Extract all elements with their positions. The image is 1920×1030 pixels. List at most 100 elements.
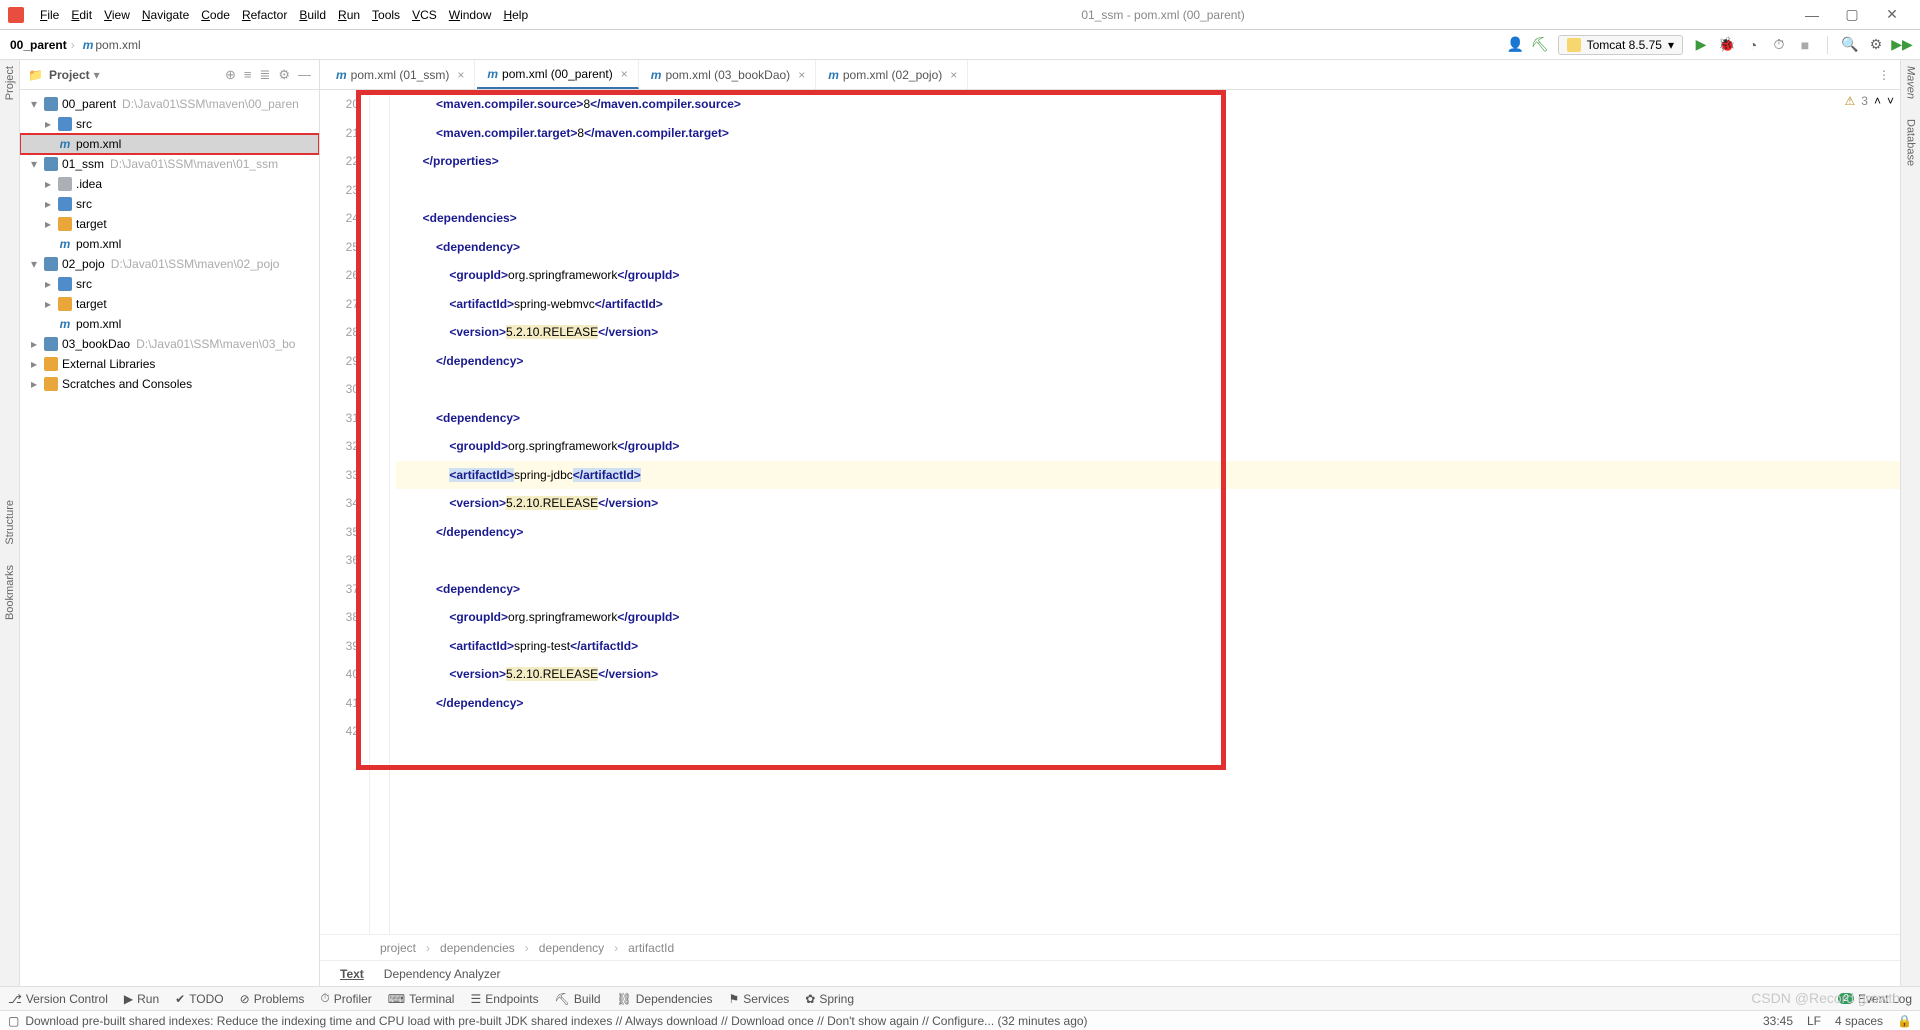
tree-node[interactable]: mpom.xml: [20, 234, 319, 254]
bc-project[interactable]: project: [380, 941, 416, 955]
editor-tab-depanalyzer[interactable]: Dependency Analyzer: [384, 967, 501, 981]
event-log-button[interactable]: 2 Event Log: [1838, 992, 1912, 1006]
settings-gear-icon[interactable]: ⚙: [1868, 37, 1884, 53]
breadcrumb-root[interactable]: 00_parent: [10, 38, 67, 52]
expand-all-icon[interactable]: ≡: [244, 67, 252, 83]
menu-edit[interactable]: Edit: [71, 8, 92, 22]
toolwindow-endpoints[interactable]: ☰Endpoints: [470, 991, 538, 1006]
editor-tab[interactable]: mpom.xml (02_pojo)×: [818, 60, 968, 89]
coverage-button-icon[interactable]: ◔: [1745, 37, 1761, 53]
tree-node[interactable]: ▸External Libraries: [20, 354, 319, 374]
rail-project[interactable]: Project: [4, 66, 16, 100]
bc-dependencies[interactable]: dependencies: [440, 941, 515, 955]
run-button-icon[interactable]: ▶: [1693, 37, 1709, 53]
tree-node[interactable]: ▸src: [20, 274, 319, 294]
tree-node[interactable]: ▾01_ssmD:\Java01\SSM\maven\01_ssm: [20, 154, 319, 174]
close-tab-icon[interactable]: ×: [621, 67, 628, 81]
profile-button-icon[interactable]: ⏱: [1771, 37, 1787, 53]
editor-bottom-tabs: Text Dependency Analyzer: [320, 960, 1900, 986]
status-message[interactable]: Download pre-built shared indexes: Reduc…: [25, 1014, 1087, 1028]
select-opened-file-icon[interactable]: ⊕: [225, 67, 236, 83]
rail-bookmarks[interactable]: Bookmarks: [4, 565, 16, 620]
build-hammer-icon[interactable]: ⛏: [1532, 37, 1548, 53]
toolwindow-profiler[interactable]: ⏱Profiler: [320, 991, 371, 1006]
debug-button-icon[interactable]: 🐞: [1719, 37, 1735, 53]
toolwindow-build[interactable]: ⛏Build: [555, 991, 601, 1006]
search-icon[interactable]: 🔍: [1842, 37, 1858, 53]
toolwindow-version-control[interactable]: ⎇Version Control: [8, 991, 108, 1006]
toolwindow-services[interactable]: ⚑Services: [729, 991, 790, 1006]
menu-code[interactable]: Code: [201, 8, 230, 22]
toolwindow-problems[interactable]: ⊘Problems: [240, 991, 305, 1006]
toolwindow-terminal[interactable]: ⌨Terminal: [388, 991, 455, 1006]
editor-tab[interactable]: mpom.xml (03_bookDao)×: [641, 60, 816, 89]
close-button[interactable]: ✕: [1872, 6, 1912, 23]
tree-node[interactable]: ▸.idea: [20, 174, 319, 194]
minimize-button[interactable]: —: [1792, 7, 1832, 23]
tabs-more-icon[interactable]: ⋮: [1878, 68, 1890, 82]
prev-highlight-icon[interactable]: ˄: [1874, 94, 1881, 108]
menu-window[interactable]: Window: [449, 8, 492, 22]
warning-icon: ⚠: [1845, 94, 1856, 108]
maximize-button[interactable]: ▢: [1832, 6, 1872, 23]
chevron-down-icon: ▾: [1668, 38, 1674, 52]
settings-gear-icon[interactable]: ⚙: [278, 67, 290, 83]
tree-node[interactable]: ▸Scratches and Consoles: [20, 374, 319, 394]
line-ending[interactable]: LF: [1807, 1014, 1821, 1028]
menu-file[interactable]: File: [40, 8, 59, 22]
tree-node[interactable]: ▾00_parentD:\Java01\SSM\maven\00_paren: [20, 94, 319, 114]
add-user-icon[interactable]: 👤: [1508, 37, 1524, 53]
hide-icon[interactable]: —: [298, 67, 311, 83]
close-tab-icon[interactable]: ×: [457, 68, 464, 82]
chevron-down-icon[interactable]: ▾: [94, 68, 100, 82]
tree-node[interactable]: mpom.xml: [20, 134, 319, 154]
rail-database[interactable]: Database: [1905, 119, 1917, 166]
bc-artifactid[interactable]: artifactId: [628, 941, 674, 955]
caret-position[interactable]: 33:45: [1763, 1014, 1793, 1028]
menu-tools[interactable]: Tools: [372, 8, 400, 22]
rail-maven[interactable]: Maven: [1905, 66, 1917, 99]
readonly-lock-icon[interactable]: 🔒: [1897, 1014, 1912, 1028]
bc-dependency[interactable]: dependency: [539, 941, 604, 955]
fold-gutter[interactable]: [370, 90, 390, 934]
menu-help[interactable]: Help: [503, 8, 528, 22]
inspection-widget[interactable]: ⚠ 3 ˄ ˅: [1845, 94, 1894, 108]
tree-node[interactable]: ▸target: [20, 294, 319, 314]
menu-vcs[interactable]: VCS: [412, 8, 437, 22]
close-tab-icon[interactable]: ×: [798, 68, 805, 82]
toolwindow-dependencies[interactable]: ⛓Dependencies: [617, 991, 713, 1006]
menu-refactor[interactable]: Refactor: [242, 8, 287, 22]
tree-node[interactable]: ▸03_bookDaoD:\Java01\SSM\maven\03_bo: [20, 334, 319, 354]
tree-node[interactable]: ▾02_pojoD:\Java01\SSM\maven\02_pojo: [20, 254, 319, 274]
editor-tab[interactable]: mpom.xml (00_parent)×: [477, 60, 638, 89]
editor-tab-text[interactable]: Text: [340, 967, 364, 981]
toolwindow-run[interactable]: ▶Run: [124, 991, 159, 1006]
run-anything-icon[interactable]: ▶▶: [1894, 37, 1910, 53]
indent-setting[interactable]: 4 spaces: [1835, 1014, 1883, 1028]
line-gutter: 2021222324252627282930313233343536373839…: [320, 90, 370, 934]
breadcrumb-file[interactable]: mpom.xml: [83, 38, 141, 52]
menu-view[interactable]: View: [104, 8, 130, 22]
menu-run[interactable]: Run: [338, 8, 360, 22]
app-logo-icon: [8, 7, 24, 23]
collapse-all-icon[interactable]: ≣: [259, 67, 270, 83]
menu-build[interactable]: Build: [299, 8, 326, 22]
toolwindow-spring[interactable]: ✿Spring: [805, 991, 854, 1006]
code-content[interactable]: <maven.compiler.source>8</maven.compiler…: [390, 90, 1900, 934]
project-tree[interactable]: ▾00_parentD:\Java01\SSM\maven\00_paren▸s…: [20, 90, 319, 986]
tree-node[interactable]: mpom.xml: [20, 314, 319, 334]
run-config-dropdown[interactable]: Tomcat 8.5.75 ▾: [1558, 35, 1683, 55]
status-bar-icon[interactable]: ▢: [8, 1014, 19, 1028]
tree-node[interactable]: ▸src: [20, 194, 319, 214]
rail-structure[interactable]: Structure: [4, 500, 16, 545]
toolwindow-todo[interactable]: ✔TODO: [175, 991, 224, 1006]
editor-tab[interactable]: mpom.xml (01_ssm)×: [326, 60, 475, 89]
menu-navigate[interactable]: Navigate: [142, 8, 189, 22]
stop-button-icon[interactable]: ■: [1797, 37, 1813, 53]
tree-node[interactable]: ▸src: [20, 114, 319, 134]
project-title[interactable]: Project: [49, 68, 90, 82]
next-highlight-icon[interactable]: ˅: [1887, 94, 1894, 108]
tree-node[interactable]: ▸target: [20, 214, 319, 234]
close-tab-icon[interactable]: ×: [950, 68, 957, 82]
code-viewport[interactable]: 2021222324252627282930313233343536373839…: [320, 90, 1900, 934]
